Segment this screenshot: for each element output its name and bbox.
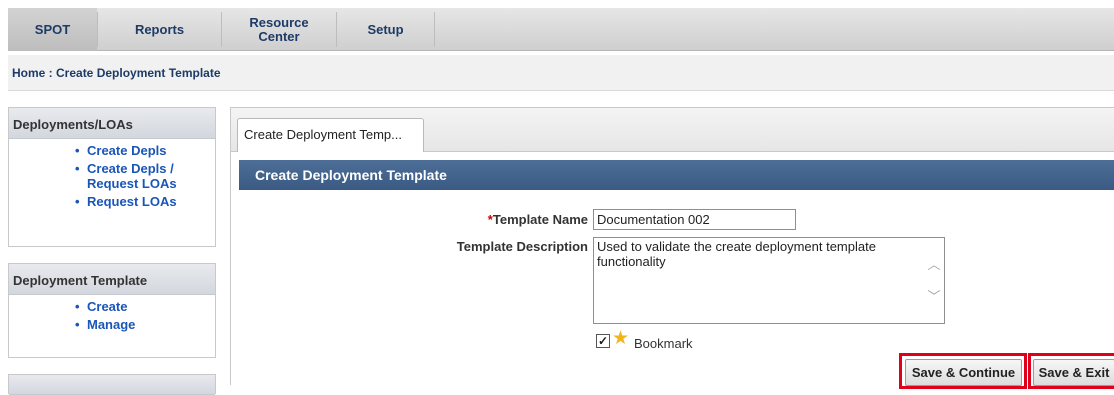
template-description-textarea[interactable]: Used to validate the create deployment t… [593, 237, 945, 324]
bullet-icon: • [75, 194, 80, 209]
textarea-scrollbar[interactable]: ︿ ﹀ [924, 238, 944, 323]
template-name-input[interactable] [593, 209, 796, 230]
nav-divider [434, 12, 435, 47]
save-exit-button[interactable]: Save & Exit [1033, 359, 1114, 386]
main-content: Create Deployment Temp... Create Deploym… [230, 107, 1114, 389]
sidebar-list: • Create Depls • Create Depls / Request … [9, 143, 215, 209]
panel-header [9, 375, 215, 395]
star-icon: ★ [612, 328, 630, 349]
chevron-down-icon[interactable]: ﹀ [927, 290, 941, 304]
sidebar-item-request-loas[interactable]: • Request LOAs [9, 194, 215, 209]
breadcrumb[interactable]: Home : Create Deployment Template [12, 66, 221, 80]
sidebar-item-create-depls[interactable]: • Create Depls [9, 143, 215, 158]
section-header: Create Deployment Template [239, 160, 1114, 190]
sidebar-list: • Create • Manage [9, 299, 215, 332]
top-nav: SPOT Reports Resource Center Setup [8, 8, 1114, 51]
bullet-icon: • [75, 299, 80, 314]
save-continue-button[interactable]: Save & Continue [905, 359, 1022, 386]
panel-title: Deployment Template [9, 264, 215, 295]
bullet-icon: • [75, 317, 80, 332]
tab-create-deployment-template[interactable]: Create Deployment Temp... [237, 118, 424, 152]
sidebar-item-create-depls-request-loas[interactable]: • Create Depls / Request LOAs [9, 161, 199, 191]
breadcrumb-bar: Home : Create Deployment Template [8, 55, 1114, 91]
nav-setup[interactable]: Setup [337, 8, 434, 51]
bullet-icon: • [75, 143, 80, 158]
sidebar-panel-template: Deployment Template • Create • Manage [8, 263, 216, 358]
template-description-text: Used to validate the create deployment t… [597, 239, 876, 269]
bookmark-checkbox[interactable]: ✓ [596, 334, 610, 348]
panel-title: Deployments/LOAs [9, 108, 215, 139]
nav-resource-center[interactable]: Resource Center [222, 8, 336, 51]
sidebar-panel-next [8, 374, 216, 395]
nav-reports[interactable]: Reports [98, 8, 221, 51]
tab-strip: Create Deployment Temp... [231, 108, 1114, 152]
template-description-label: Template Description [456, 239, 588, 254]
bullet-icon: • [75, 161, 80, 176]
sidebar-panel-deployments: Deployments/LOAs • Create Depls • Create… [8, 107, 216, 247]
sidebar-item-create[interactable]: • Create [9, 299, 215, 314]
bookmark-label: Bookmark [634, 336, 693, 351]
template-name-label: *Template Name [487, 212, 588, 227]
chevron-up-icon[interactable]: ︿ [927, 258, 941, 272]
sidebar-item-manage[interactable]: • Manage [9, 317, 215, 332]
nav-spot[interactable]: SPOT [8, 8, 97, 51]
